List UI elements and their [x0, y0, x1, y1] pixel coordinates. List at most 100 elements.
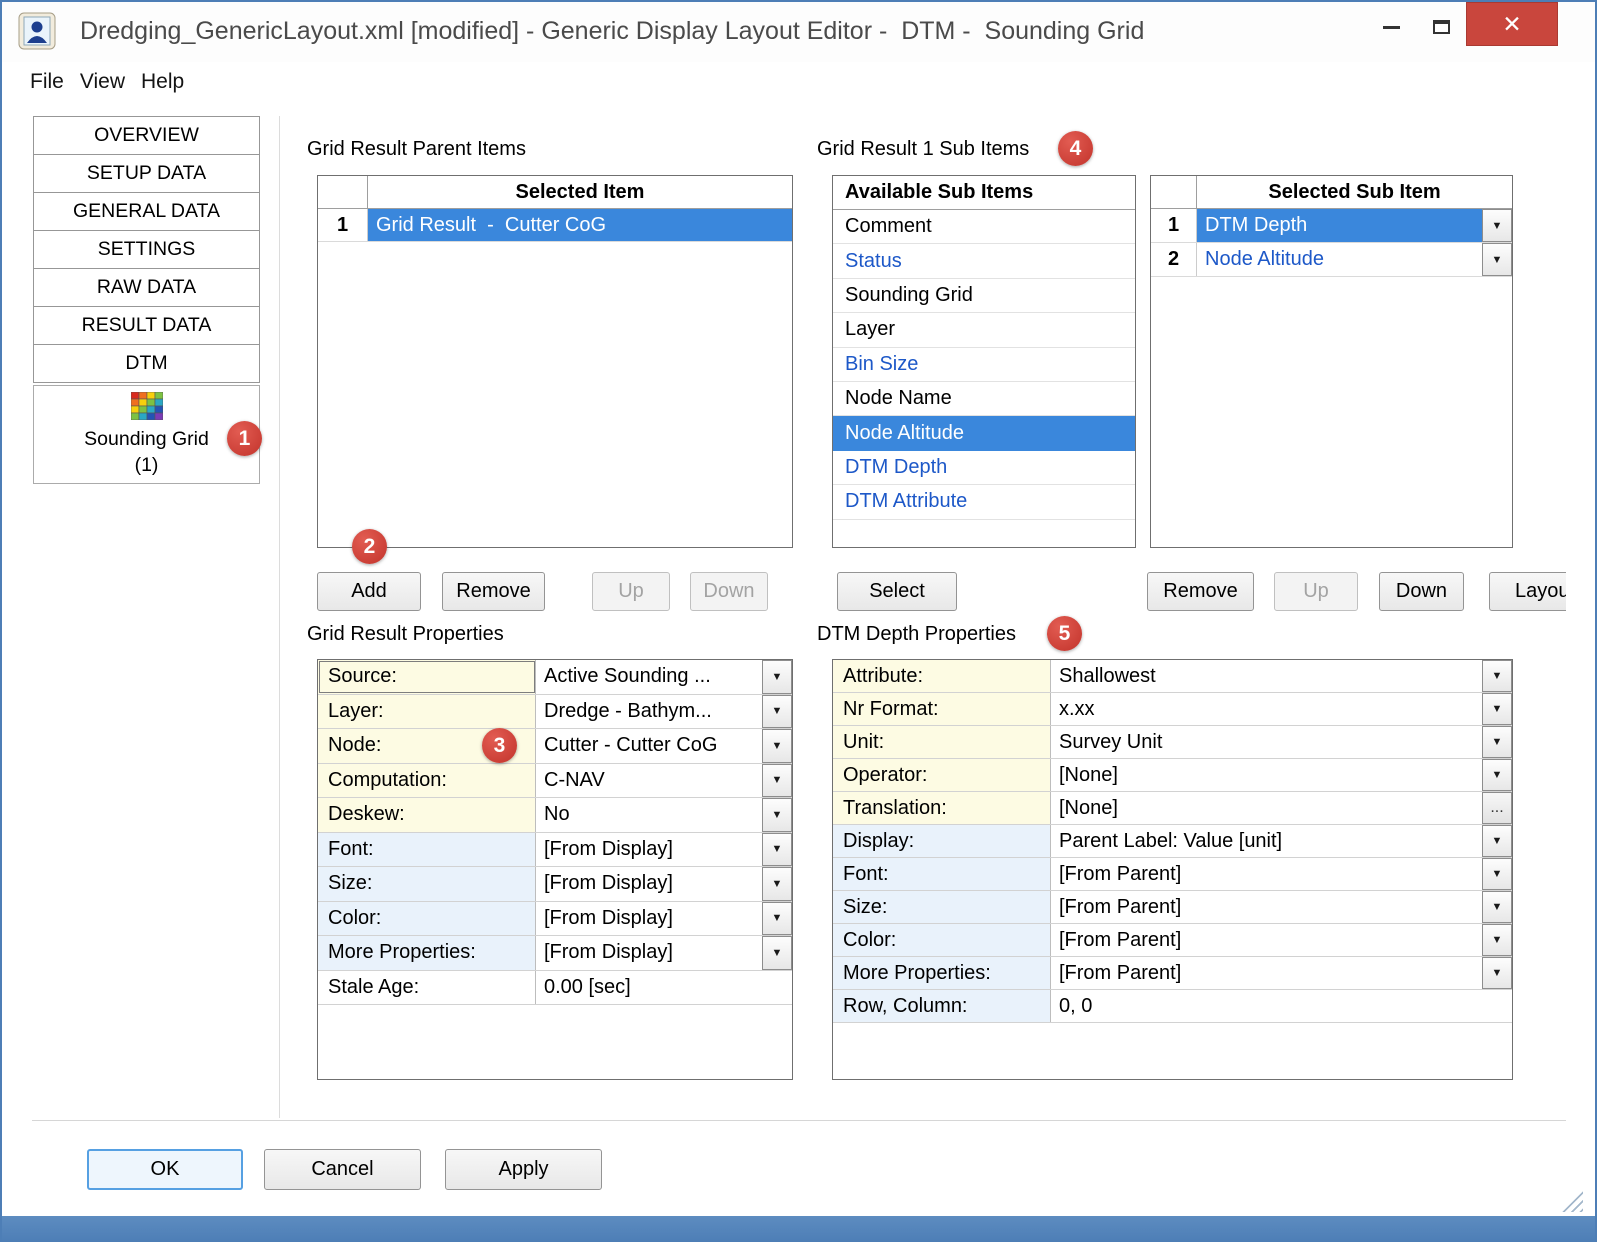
available-item-comment[interactable]: Comment	[833, 210, 1135, 244]
chevron-down-icon[interactable]	[762, 867, 792, 901]
chevron-down-icon[interactable]	[1482, 858, 1512, 890]
maximize-button[interactable]	[1418, 10, 1464, 44]
up-button[interactable]: Up	[592, 572, 670, 611]
chevron-down-icon[interactable]	[1482, 660, 1512, 692]
prop-row-size: Size: [From Display]	[318, 867, 792, 902]
more-properties-dropdown[interactable]: [From Display]	[536, 936, 792, 970]
attribute-dropdown[interactable]: Shallowest	[1051, 660, 1512, 692]
prop-row-display: Display: Parent Label: Value [unit]	[833, 825, 1512, 858]
size-dropdown[interactable]: [From Display]	[536, 867, 792, 901]
chevron-down-icon[interactable]	[762, 936, 792, 970]
font-dropdown[interactable]: [From Display]	[536, 833, 792, 867]
prop-label-dtm-size: Size:	[833, 891, 1051, 923]
chevron-down-icon[interactable]	[1482, 924, 1512, 956]
available-item-status[interactable]: Status	[833, 244, 1135, 278]
sidebar-item-overview[interactable]: OVERVIEW	[33, 116, 260, 155]
chevron-down-icon[interactable]	[1482, 825, 1512, 857]
chevron-down-icon[interactable]	[762, 902, 792, 936]
subitem-value-dtm-depth[interactable]: DTM Depth	[1197, 209, 1482, 242]
menu-item-view[interactable]: View	[72, 66, 133, 98]
step-badge-4: 4	[1058, 131, 1093, 166]
subitem-remove-button[interactable]: Remove	[1147, 572, 1254, 611]
chevron-down-icon[interactable]	[762, 833, 792, 867]
prop-label-operator: Operator:	[833, 759, 1051, 791]
subitem-value-node-altitude[interactable]: Node Altitude	[1197, 243, 1482, 276]
prop-label-dtm-more-properties: More Properties:	[833, 957, 1051, 989]
sidebar-item-raw-data[interactable]: RAW DATA	[33, 268, 260, 307]
operator-dropdown[interactable]: [None]	[1051, 759, 1512, 791]
chevron-down-icon[interactable]	[1482, 759, 1512, 791]
title-bar[interactable]: Dredging_GenericLayout.xml [modified] - …	[2, 2, 1595, 62]
nr-format-dropdown[interactable]: x.xx	[1051, 693, 1512, 725]
menu-item-help[interactable]: Help	[133, 66, 192, 98]
chevron-down-icon[interactable]	[1482, 209, 1512, 242]
source-dropdown[interactable]: Active Sounding ...	[536, 660, 792, 694]
subitem-up-button[interactable]: Up	[1274, 572, 1358, 611]
sidebar-item-settings[interactable]: SETTINGS	[33, 230, 260, 269]
translation-field[interactable]: [None] ...	[1051, 792, 1512, 824]
available-item-dtm-attribute[interactable]: DTM Attribute	[833, 485, 1135, 519]
translation-ellipsis-button[interactable]: ...	[1482, 792, 1512, 824]
subitem-down-button[interactable]: Down	[1379, 572, 1464, 611]
sidebar-item-general-data[interactable]: GENERAL DATA	[33, 192, 260, 231]
chevron-down-icon[interactable]	[1482, 891, 1512, 923]
dtm-more-properties-dropdown[interactable]: [From Parent]	[1051, 957, 1512, 989]
cancel-button[interactable]: Cancel	[264, 1149, 421, 1190]
dtm-font-dropdown[interactable]: [From Parent]	[1051, 858, 1512, 890]
chevron-down-icon[interactable]	[1482, 726, 1512, 758]
chevron-down-icon[interactable]	[762, 695, 792, 729]
available-item-node-altitude[interactable]: Node Altitude	[833, 416, 1135, 450]
chevron-down-icon[interactable]	[762, 764, 792, 798]
row-number: 1	[1151, 209, 1197, 242]
sounding-grid-tile[interactable]: Sounding Grid (1)	[33, 385, 260, 484]
row-column-value[interactable]: 0, 0	[1051, 990, 1512, 1022]
step-badge-1: 1	[227, 421, 262, 456]
chevron-down-icon[interactable]	[762, 798, 792, 832]
chevron-down-icon[interactable]	[1482, 243, 1512, 276]
chevron-down-icon[interactable]	[762, 729, 792, 763]
layout-button[interactable]: Layout	[1489, 572, 1566, 611]
deskew-dropdown[interactable]: No	[536, 798, 792, 832]
menu-item-file[interactable]: File	[22, 66, 72, 98]
dtm-color-dropdown[interactable]: [From Parent]	[1051, 924, 1512, 956]
sidebar-item-dtm[interactable]: DTM	[33, 344, 260, 383]
chevron-down-icon[interactable]	[1482, 957, 1512, 989]
ok-button[interactable]: OK	[87, 1149, 243, 1190]
selected-subitem-row-1[interactable]: 1 DTM Depth	[1151, 209, 1512, 243]
prop-label-layer: Layer:	[318, 695, 536, 729]
chevron-down-icon[interactable]	[1482, 693, 1512, 725]
prop-label-dtm-color: Color:	[833, 924, 1051, 956]
resize-grip[interactable]	[1557, 1186, 1583, 1212]
layer-dropdown[interactable]: Dredge - Bathym...	[536, 695, 792, 729]
unit-dropdown[interactable]: Survey Unit	[1051, 726, 1512, 758]
minimize-button[interactable]	[1368, 10, 1414, 44]
add-button[interactable]: Add	[317, 572, 421, 611]
dtm-size-dropdown[interactable]: [From Parent]	[1051, 891, 1512, 923]
node-dropdown[interactable]: Cutter - Cutter CoG	[536, 729, 792, 763]
stale-age-value[interactable]: 0.00 [sec]	[536, 971, 792, 1005]
close-button[interactable]: ✕	[1466, 2, 1558, 46]
remove-button[interactable]: Remove	[442, 572, 545, 611]
select-button[interactable]: Select	[837, 572, 957, 611]
computation-dropdown[interactable]: C-NAV	[536, 764, 792, 798]
available-item-bin-size[interactable]: Bin Size	[833, 348, 1135, 382]
sidebar-item-setup-data[interactable]: SETUP DATA	[33, 154, 260, 193]
available-item-sounding-grid[interactable]: Sounding Grid	[833, 279, 1135, 313]
parent-item-value[interactable]: Grid Result - Cutter CoG	[368, 209, 792, 241]
chevron-down-icon[interactable]	[762, 660, 792, 694]
number-column-header	[1151, 176, 1197, 208]
selected-subitem-row-2[interactable]: 2 Node Altitude	[1151, 243, 1512, 277]
sidebar-item-result-data[interactable]: RESULT DATA	[33, 306, 260, 345]
down-button[interactable]: Down	[690, 572, 768, 611]
prop-row-nr-format: Nr Format: x.xx	[833, 693, 1512, 726]
color-dropdown[interactable]: [From Display]	[536, 902, 792, 936]
available-item-layer[interactable]: Layer	[833, 313, 1135, 347]
parent-items-table-header: Selected Item	[318, 176, 792, 209]
parent-item-row[interactable]: 1 Grid Result - Cutter CoG	[318, 209, 792, 242]
display-dropdown[interactable]: Parent Label: Value [unit]	[1051, 825, 1512, 857]
available-item-node-name[interactable]: Node Name	[833, 382, 1135, 416]
sounding-grid-label: Sounding Grid	[84, 428, 209, 451]
selected-subitems-table: Selected Sub Item 1 DTM Depth 2 Node Alt…	[1150, 175, 1513, 548]
apply-button[interactable]: Apply	[445, 1149, 602, 1190]
available-item-dtm-depth[interactable]: DTM Depth	[833, 451, 1135, 485]
